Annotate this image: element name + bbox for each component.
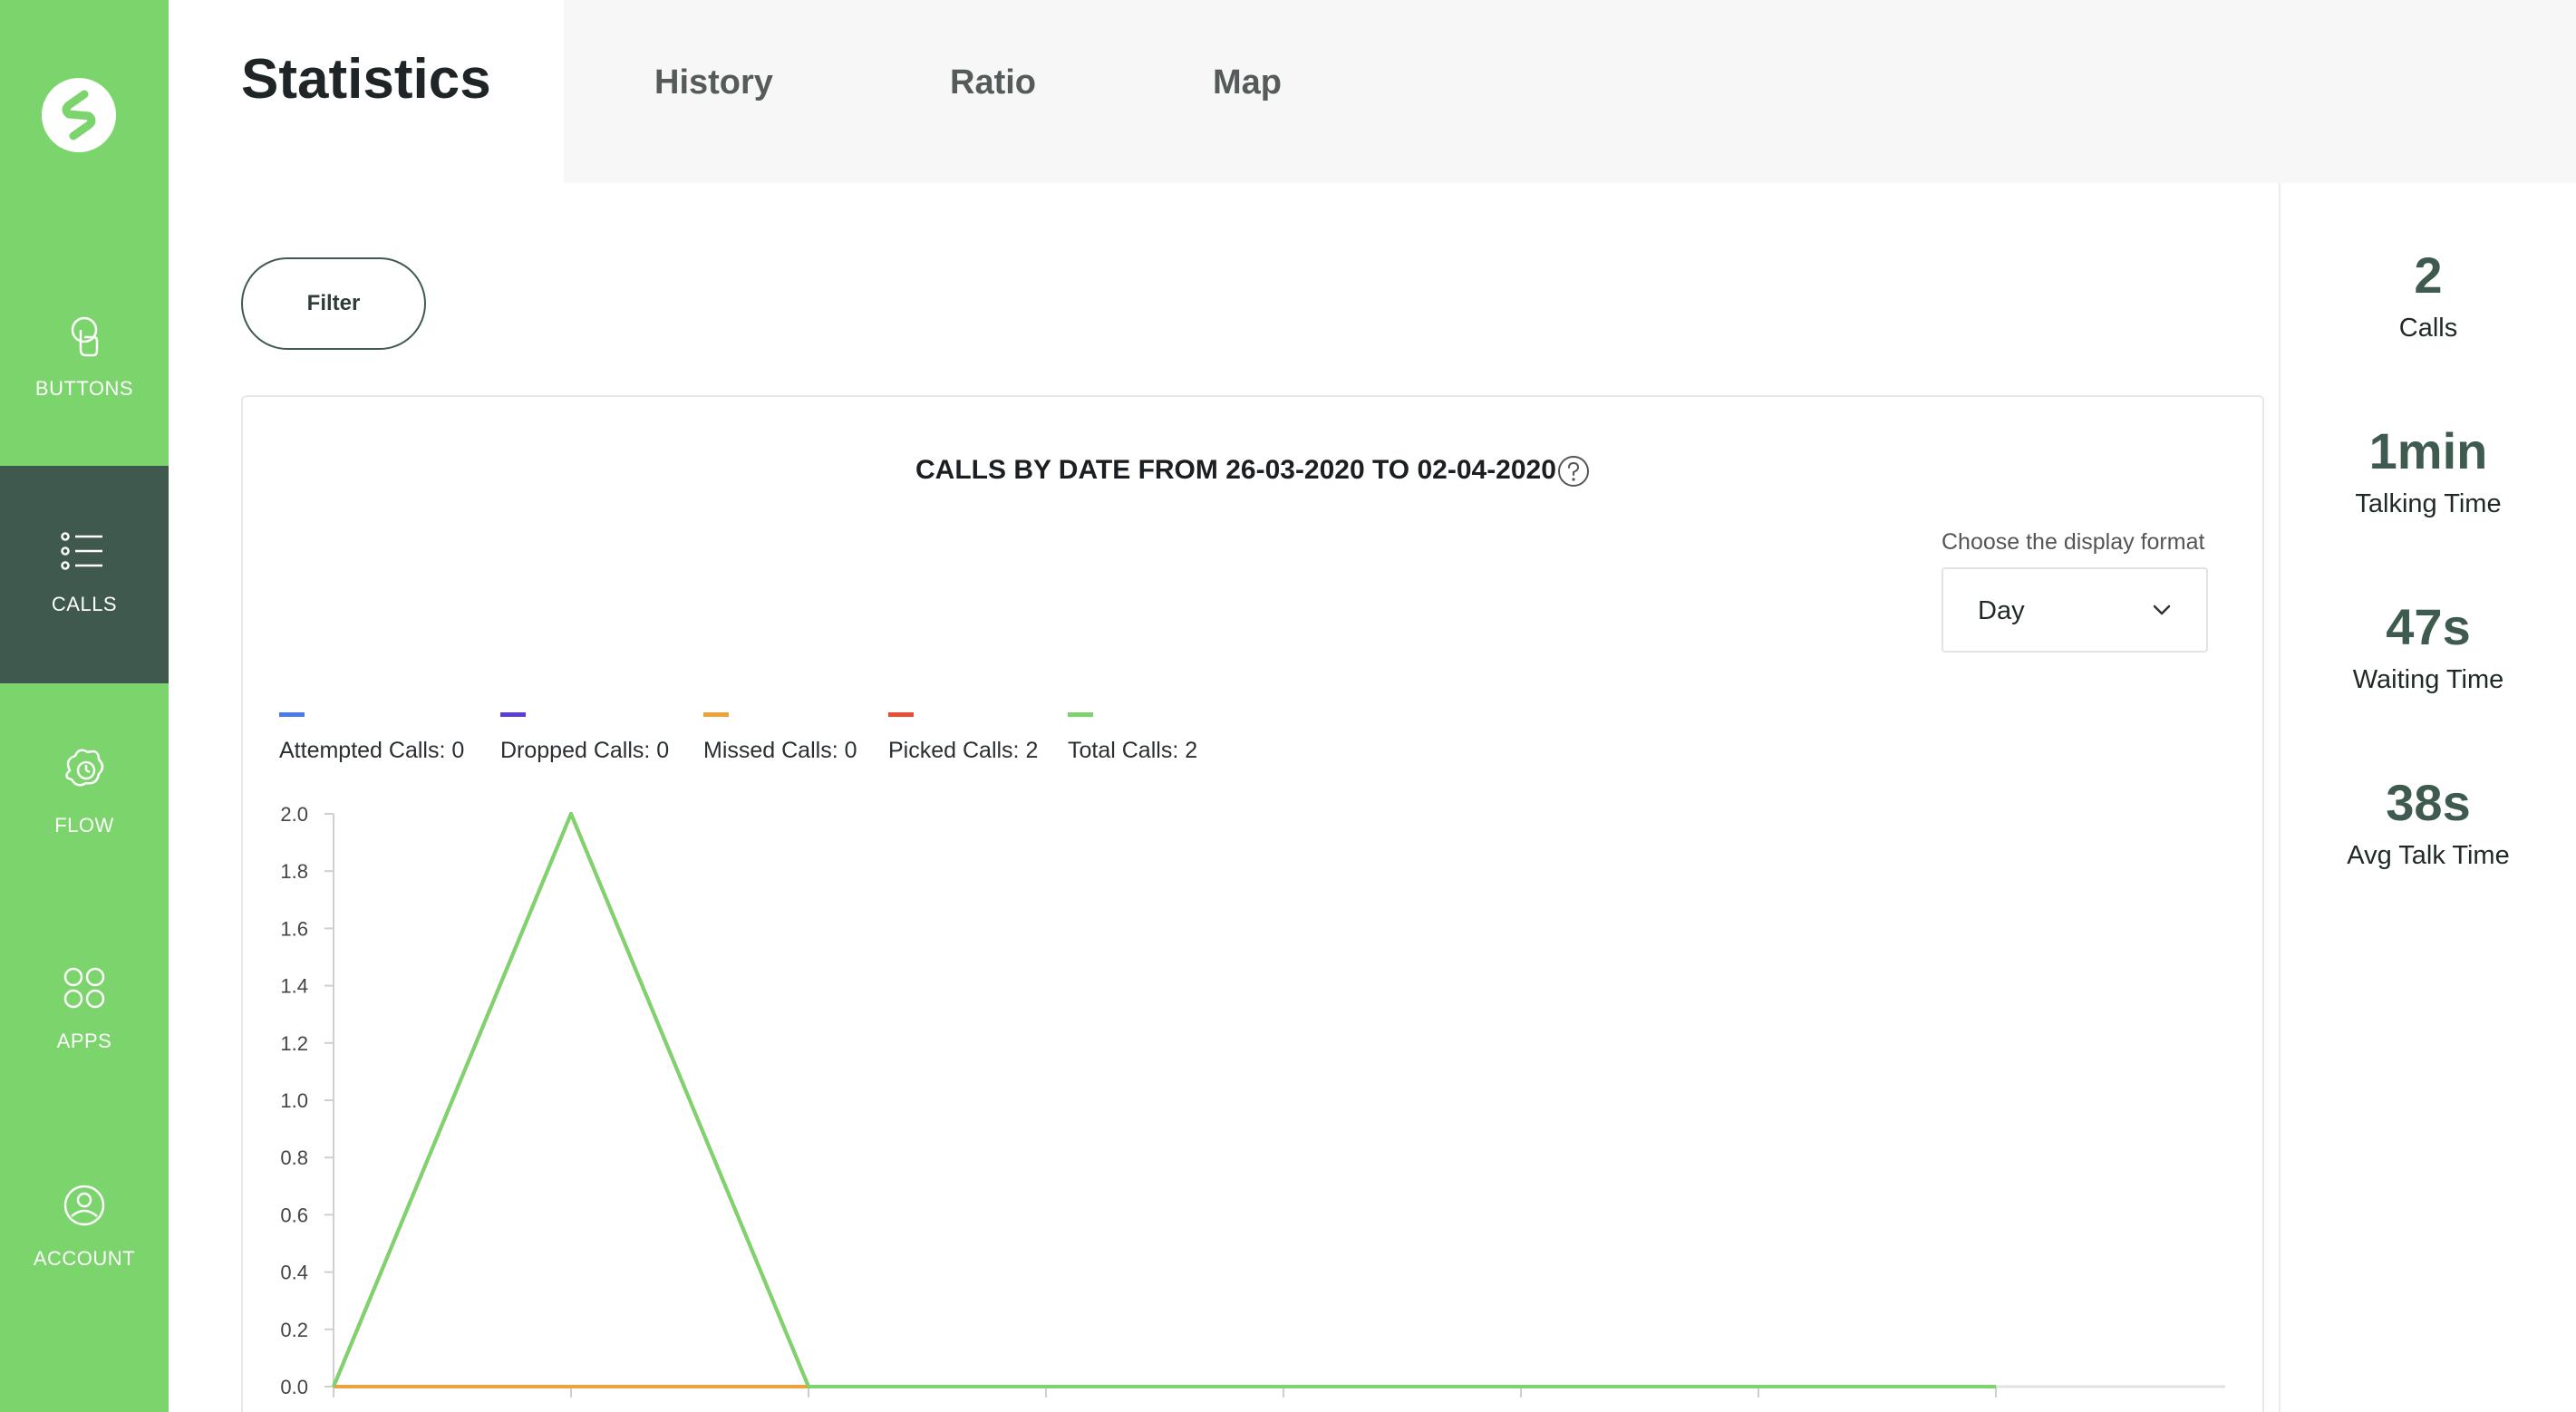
y-tick-label: 0.4 [280,1262,308,1284]
stat-waiting-time: 47s Waiting Time [2281,602,2576,695]
stat-value: 1min [2368,422,2488,479]
stat-label: Waiting Time [2352,665,2504,694]
stat-talking-time: 1min Talking Time [2281,426,2576,519]
stat-label: Avg Talk Time [2347,841,2510,870]
series-line-3 [332,812,1996,1388]
stat-value: 38s [2386,774,2471,831]
y-tick-label: 0.2 [280,1319,308,1341]
y-tick-label: 1.2 [280,1032,308,1055]
y-tick-label: 0.8 [280,1146,308,1169]
stat-calls: 2 Calls [2281,250,2576,343]
stat-value: 2 [2414,247,2443,304]
calls-line-chart: 0.0 0.2 0.4 0.6 0.8 1.0 1.2 1.4 1.6 1.8 2.0 [280,803,2225,1398]
y-tick-label: 0.0 [280,1376,308,1398]
series-line-4 [332,812,1996,1388]
stat-label: Talking Time [2355,489,2502,518]
stat-value: 47s [2386,598,2471,655]
y-tick-label: 1.8 [280,860,308,883]
y-tick-label: 1.6 [280,917,308,940]
y-tick-label: 1.0 [280,1089,308,1112]
stat-label: Calls [2398,314,2458,343]
y-tick-label: 1.4 [280,975,308,998]
stat-avg-talk-time: 38s Avg Talk Time [2281,778,2576,871]
y-tick-label: 2.0 [280,803,308,826]
y-tick-label: 0.6 [280,1204,308,1226]
